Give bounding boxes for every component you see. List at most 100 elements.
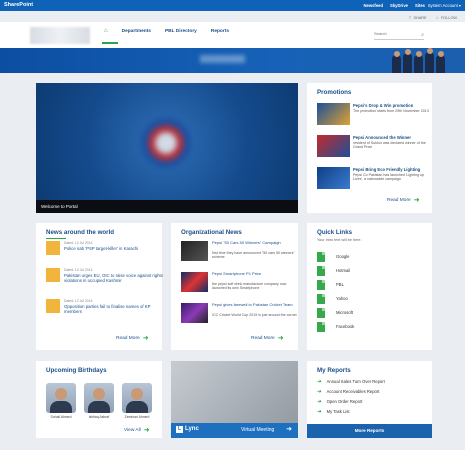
org-news-thumbnail (181, 241, 208, 261)
lync-virtual-meeting-card[interactable]: L Lync Virtual Meeting ➜ (171, 361, 298, 438)
birthdays-view-all[interactable]: View All ➜ (124, 427, 150, 434)
report-link[interactable]: ➜ My Task List (317, 409, 427, 415)
lync-icon: L (176, 426, 183, 433)
birthday-person[interactable]: Sohail Ahmed (46, 383, 76, 419)
promo-title: Pepsi Bring Eco Friendly Lighting (353, 167, 421, 172)
news-thumbnail (46, 299, 60, 313)
person-name: Ishtiaq Ashraf (88, 415, 110, 419)
account-menu[interactable]: System Account ▾ (428, 3, 461, 8)
newsfeed-link[interactable]: Newsfeed (363, 3, 383, 8)
read-more-label: Read More (387, 198, 411, 203)
arrow-right-icon: ➜ (317, 409, 322, 415)
promo-desc: resident of Sukkur was declared winner o… (353, 141, 426, 150)
arrow-right-icon: ➜ (317, 379, 322, 385)
sharepoint-brand[interactable]: SharePoint (4, 2, 33, 8)
quick-links-card: Quick Links Your intro text will be here… (307, 223, 432, 350)
reports-title: My Reports (317, 367, 351, 374)
org-news-card: Organizational News Pepsi "50 Cars 50 Wi… (171, 223, 298, 350)
arrow-right-icon: ➜ (286, 426, 292, 433)
quick-link-facebook[interactable]: Facebook (317, 322, 417, 332)
arrow-right-icon: ➜ (277, 335, 284, 342)
more-reports-button[interactable]: More Reports (307, 424, 432, 438)
lync-logo: L Lync (176, 426, 199, 433)
world-news-read-more[interactable]: Read More ➜ (116, 335, 149, 342)
document-icon (317, 294, 325, 304)
reports-card: My Reports ➜ Annual Sales Turn Over Repor… (307, 361, 432, 438)
promo-thumbnail (317, 167, 350, 189)
org-news-read-more[interactable]: Read More ➜ (251, 335, 284, 342)
birthdays-title: Upcoming Birthdays (46, 367, 107, 374)
quick-link-label: Hotmail (336, 268, 351, 273)
read-more-label: Read More (116, 336, 140, 341)
quick-link-yahoo[interactable]: Yahoo (317, 294, 417, 304)
org-news-title: Organizational News (181, 229, 242, 236)
news-date: Dated: 12 Jul 2014 (64, 241, 93, 245)
nav-reports[interactable]: Reports (211, 29, 229, 34)
avatar (46, 383, 76, 413)
org-news-title-text: Pepsi "50 Cars 50 Winners" Campaign (212, 240, 281, 245)
org-news-title-text: Pepsi Smartphone P1 Price (212, 271, 262, 276)
pepsi-logo-image (141, 118, 191, 168)
promo-desc: Pepsi Co Pakistan has launched 'Lighting… (353, 173, 425, 182)
active-nav-indicator (102, 42, 118, 44)
quick-link-hotmail[interactable]: Hotmail (317, 266, 417, 276)
promo-thumbnail (317, 103, 350, 125)
report-label: Annual Sales Turn Over Report (326, 379, 385, 384)
search-input[interactable] (374, 31, 412, 36)
report-link[interactable]: ➜ Account Receivables Report (317, 389, 427, 395)
report-link[interactable]: ➜ Open Order Report (317, 399, 427, 405)
document-icon (317, 308, 325, 318)
skydrive-link[interactable]: SkyDrive (390, 3, 408, 8)
promotions-card: Promotions Pepsi's Drop & Win promotion … (307, 83, 432, 213)
follow-label: FOLLOW (440, 16, 457, 20)
report-link[interactable]: ➜ Annual Sales Turn Over Report (317, 379, 427, 385)
quick-link-pbl[interactable]: PBL (317, 280, 417, 290)
nav-pbl-directory[interactable]: PBL Directory (165, 29, 197, 34)
title-underline (46, 238, 66, 239)
suite-bar: SharePoint Newsfeed SkyDrive Sites Syste… (0, 0, 465, 11)
org-news-desc: ICC Cricket World Cup 2015 is just aroun… (212, 313, 297, 317)
follow-button[interactable]: ☆ FOLLOW (436, 15, 457, 20)
site-logo[interactable] (30, 27, 90, 44)
page-actions: ⇪ SHARE ☆ FOLLOW (408, 15, 457, 20)
view-all-label: View All (124, 428, 141, 433)
quick-link-label: Yahoo (336, 296, 348, 301)
quick-links-title: Quick Links (317, 229, 353, 236)
news-date: Dated: 12 Jul 2014 (64, 268, 93, 272)
promotions-title: Promotions (317, 89, 352, 96)
share-button[interactable]: ⇪ SHARE (408, 15, 426, 20)
report-label: My Task List (326, 409, 350, 414)
avatar (122, 383, 152, 413)
quick-link-label: Facebook (336, 324, 355, 329)
promo-thumbnail (317, 135, 350, 157)
banner-title-blurred (200, 55, 245, 63)
news-title: Police nab 'PSP target-killer' in Karach… (64, 246, 139, 251)
lync-bar: L Lync Virtual Meeting ➜ (171, 423, 298, 438)
document-icon (317, 280, 325, 290)
sites-link[interactable]: Sites (415, 3, 425, 8)
quick-link-google[interactable]: Google (317, 252, 417, 262)
person-name: Sohail Ahmed (50, 415, 72, 419)
news-date: Dated: 12 Jul 2014 (64, 299, 93, 303)
birthday-person[interactable]: Ishtiaq Ashraf (84, 383, 114, 419)
world-news-card: News around the world Dated: 12 Jul 2014… (36, 223, 163, 350)
arrow-right-icon: ➜ (143, 427, 150, 434)
quick-link-microsoft[interactable]: Microsoft (317, 308, 417, 318)
home-icon[interactable]: ⌂ (104, 28, 108, 34)
quick-link-label: Google (336, 254, 350, 259)
org-news-desc: first time they have announced "50 cars … (212, 251, 295, 260)
share-label: SHARE (413, 16, 427, 20)
search-icon[interactable]: ⌕ (421, 32, 424, 38)
org-news-thumbnail (181, 303, 208, 323)
hero-slider[interactable]: Welcome to Portal (36, 83, 298, 213)
birthday-person[interactable]: Zeeshan Ahmed (122, 383, 152, 419)
nav-departments[interactable]: Departments (122, 29, 151, 34)
world-news-title: News around the world (46, 229, 115, 236)
avatar (84, 383, 114, 413)
promotions-read-more[interactable]: Read More ➜ (387, 197, 420, 204)
star-icon: ☆ (435, 16, 439, 20)
virtual-meeting-label: Virtual Meeting (241, 427, 275, 433)
report-label: Open Order Report (326, 399, 363, 404)
promo-title: Pepsi's Drop & Win promotion (353, 103, 414, 108)
arrow-right-icon: ➜ (413, 197, 420, 204)
